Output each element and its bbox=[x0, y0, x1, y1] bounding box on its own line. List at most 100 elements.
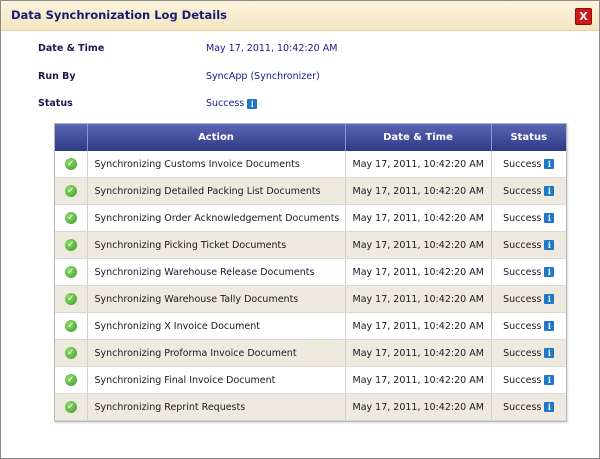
info-icon[interactable]: i bbox=[544, 240, 555, 250]
row-action: Synchronizing X Invoice Document bbox=[87, 312, 346, 340]
row-icon-cell: ✓ bbox=[55, 258, 88, 286]
row-action: Synchronizing Picking Ticket Documents bbox=[87, 231, 346, 259]
header-status[interactable]: Status bbox=[491, 124, 566, 151]
row-status-cell: Success i bbox=[491, 177, 566, 205]
row-action: Synchronizing Warehouse Release Document… bbox=[87, 258, 346, 286]
check-circle-icon: ✓ bbox=[64, 158, 77, 170]
info-icon[interactable]: i bbox=[247, 98, 258, 109]
row-status: Success bbox=[503, 212, 542, 224]
row-action: Synchronizing Proforma Invoice Document bbox=[87, 339, 346, 367]
info-icon[interactable]: i bbox=[544, 348, 555, 358]
row-status: Success bbox=[503, 347, 542, 359]
row-datetime: May 17, 2011, 10:42:20 AM bbox=[345, 204, 492, 232]
table-row: ✓ Synchronizing X Invoice Document May 17,… bbox=[55, 312, 566, 340]
row-action: Synchronizing Warehouse Tally Documents bbox=[87, 285, 346, 313]
row-status: Success bbox=[503, 266, 542, 278]
row-icon-cell: ✓ bbox=[55, 204, 88, 232]
sync-log-table: Action Date & Time Status ✓ Synchronizing… bbox=[54, 123, 567, 422]
close-button[interactable]: X bbox=[575, 8, 592, 25]
row-icon-cell: ✓ bbox=[55, 339, 88, 367]
check-circle-icon: ✓ bbox=[64, 239, 77, 251]
status-value-wrap: Success i bbox=[206, 98, 258, 109]
table-body: ✓ Synchronizing Customs Invoice Documents… bbox=[55, 151, 566, 421]
row-status: Success bbox=[503, 239, 542, 251]
row-status: Success bbox=[503, 158, 542, 170]
header-datetime[interactable]: Date & Time bbox=[345, 124, 492, 151]
table-row: ✓ Synchronizing Picking Ticket Documents M… bbox=[55, 231, 566, 259]
row-status: Success bbox=[503, 293, 542, 305]
table-row: ✓ Synchronizing Final Invoice Document May… bbox=[55, 366, 566, 394]
row-datetime: May 17, 2011, 10:42:20 AM bbox=[345, 258, 492, 286]
status-value: Success bbox=[206, 98, 245, 109]
row-status-cell: Success i bbox=[491, 393, 566, 421]
check-circle-icon: ✓ bbox=[64, 212, 77, 224]
row-icon-cell: ✓ bbox=[55, 366, 88, 394]
row-action: Synchronizing Reprint Requests bbox=[87, 393, 346, 421]
row-icon-cell: ✓ bbox=[55, 177, 88, 205]
info-icon[interactable]: i bbox=[544, 402, 555, 412]
row-datetime: May 17, 2011, 10:42:20 AM bbox=[345, 151, 492, 178]
row-status-cell: Success i bbox=[491, 339, 566, 367]
datetime-value: May 17, 2011, 10:42:20 AM bbox=[206, 43, 338, 54]
status-label: Status bbox=[38, 98, 73, 109]
header-action[interactable]: Action bbox=[87, 124, 346, 151]
datetime-label: Date & Time bbox=[38, 43, 105, 54]
close-icon: X bbox=[579, 10, 588, 23]
row-datetime: May 17, 2011, 10:42:20 AM bbox=[345, 285, 492, 313]
row-status-cell: Success i bbox=[491, 231, 566, 259]
row-datetime: May 17, 2011, 10:42:20 AM bbox=[345, 312, 492, 340]
info-icon[interactable]: i bbox=[544, 294, 555, 304]
row-status: Success bbox=[503, 401, 542, 413]
runby-value: SyncApp (Synchronizer) bbox=[206, 71, 320, 82]
row-status-cell: Success i bbox=[491, 151, 566, 178]
table-row: ✓ Synchronizing Warehouse Tally Documents… bbox=[55, 285, 566, 313]
row-status-cell: Success i bbox=[491, 312, 566, 340]
check-circle-icon: ✓ bbox=[64, 320, 77, 332]
row-status-cell: Success i bbox=[491, 258, 566, 286]
sync-log-dialog: Data Synchronization Log Details X Date … bbox=[0, 0, 600, 459]
table-row: ✓ Synchronizing Proforma Invoice Document… bbox=[55, 339, 566, 367]
row-status: Success bbox=[503, 320, 542, 332]
table-header-row: Action Date & Time Status bbox=[55, 124, 566, 151]
row-datetime: May 17, 2011, 10:42:20 AM bbox=[345, 366, 492, 394]
row-status-cell: Success i bbox=[491, 204, 566, 232]
row-status-cell: Success i bbox=[491, 366, 566, 394]
row-status: Success bbox=[503, 185, 542, 197]
check-circle-icon: ✓ bbox=[64, 347, 77, 359]
row-datetime: May 17, 2011, 10:42:20 AM bbox=[345, 177, 492, 205]
row-action: Synchronizing Order Acknowledgement Docu… bbox=[87, 204, 346, 232]
row-action: Synchronizing Final Invoice Document bbox=[87, 366, 346, 394]
row-icon-cell: ✓ bbox=[55, 231, 88, 259]
dialog-titlebar: Data Synchronization Log Details X bbox=[1, 1, 599, 31]
row-datetime: May 17, 2011, 10:42:20 AM bbox=[345, 339, 492, 367]
table-row: ✓ Synchronizing Warehouse Release Documen… bbox=[55, 258, 566, 286]
table-row: ✓ Synchronizing Detailed Packing List Doc… bbox=[55, 177, 566, 205]
row-icon-cell: ✓ bbox=[55, 393, 88, 421]
table-row: ✓ Synchronizing Order Acknowledgement Doc… bbox=[55, 204, 566, 232]
info-icon[interactable]: i bbox=[544, 213, 555, 223]
runby-label: Run By bbox=[38, 71, 76, 82]
row-action: Synchronizing Detailed Packing List Docu… bbox=[87, 177, 346, 205]
row-icon-cell: ✓ bbox=[55, 151, 88, 178]
table-row: ✓ Synchronizing Reprint Requests May 17, 2… bbox=[55, 393, 566, 421]
row-status: Success bbox=[503, 374, 542, 386]
check-circle-icon: ✓ bbox=[64, 266, 77, 278]
dialog-title: Data Synchronization Log Details bbox=[11, 8, 228, 22]
info-icon[interactable]: i bbox=[544, 186, 555, 196]
row-datetime: May 17, 2011, 10:42:20 AM bbox=[345, 231, 492, 259]
row-datetime: May 17, 2011, 10:42:20 AM bbox=[345, 393, 492, 421]
check-circle-icon: ✓ bbox=[64, 401, 77, 413]
row-icon-cell: ✓ bbox=[55, 285, 88, 313]
info-icon[interactable]: i bbox=[544, 321, 555, 331]
check-circle-icon: ✓ bbox=[64, 374, 77, 386]
row-status-cell: Success i bbox=[491, 285, 566, 313]
info-icon[interactable]: i bbox=[544, 267, 555, 277]
row-icon-cell: ✓ bbox=[55, 312, 88, 340]
info-icon[interactable]: i bbox=[544, 375, 555, 385]
row-action: Synchronizing Customs Invoice Documents bbox=[87, 151, 346, 178]
check-circle-icon: ✓ bbox=[64, 185, 77, 197]
check-circle-icon: ✓ bbox=[64, 293, 77, 305]
table-row: ✓ Synchronizing Customs Invoice Documents… bbox=[55, 151, 566, 178]
info-icon[interactable]: i bbox=[544, 159, 555, 169]
header-icon-col bbox=[55, 124, 88, 151]
